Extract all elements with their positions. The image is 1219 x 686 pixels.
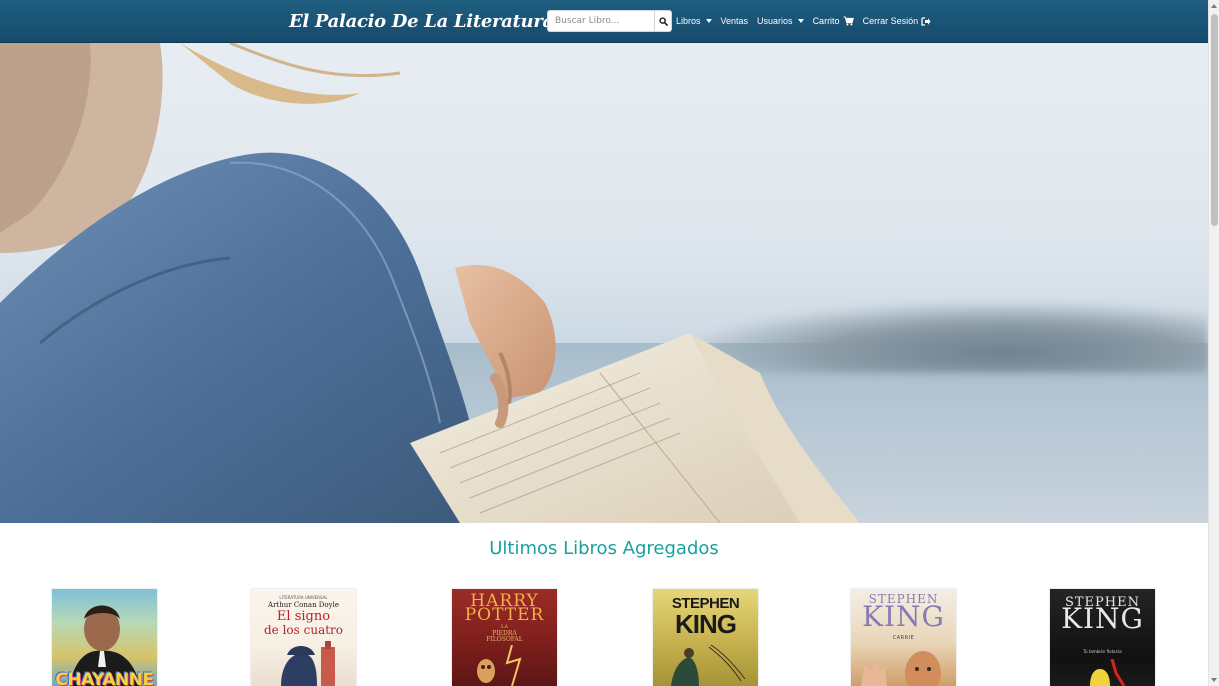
nav-logout-label: Cerrar Sesión (862, 16, 919, 26)
nav-libros-dropdown[interactable]: Libros (676, 16, 712, 26)
nav-ventas-label: Ventas (720, 16, 749, 26)
book-cover-title-line-1: El signo (276, 609, 331, 624)
nav-ventas-link[interactable]: Ventas (721, 16, 749, 26)
hero-reader-illustration (0, 43, 860, 523)
book-card[interactable]: STEPHEN KING (653, 589, 758, 686)
nav-usuarios-label: Usuarios (757, 16, 793, 26)
book-card[interactable]: LITERATURA UNIVERSAL Arthur Conan Doyle … (251, 589, 356, 686)
nav-carrito-label: Carrito (812, 16, 840, 26)
main-nav: Libros Ventas Usuarios Carrito Cerrar Se… (676, 16, 931, 26)
book-cover-image (851, 641, 956, 686)
scroll-up-arrow-icon[interactable] (1211, 4, 1217, 8)
book-cover-image (653, 641, 758, 686)
nav-usuarios-dropdown[interactable]: Usuarios (757, 16, 804, 26)
book-cover-image (1050, 658, 1155, 686)
page-scrollbar[interactable] (1208, 0, 1219, 686)
chevron-down-icon (797, 19, 804, 23)
cart-icon (843, 16, 854, 26)
book-card[interactable]: STEPHEN KING Tú también flotarás (1050, 589, 1155, 686)
book-cover-author: Arthur Conan Doyle (268, 601, 339, 609)
hero-banner (0, 43, 1208, 523)
book-cover-title-line-2: de los cuatro (263, 623, 344, 637)
scrollbar-thumb[interactable] (1211, 14, 1218, 226)
nav-carrito-link[interactable]: Carrito (813, 16, 854, 26)
book-cover-subtitle-line-3: FILOSOFAL (486, 636, 523, 643)
page: El Palacio De La Literatura Libros Venta… (0, 0, 1219, 686)
nav-logout-link[interactable]: Cerrar Sesión (863, 16, 932, 26)
book-cover-author-line-2: KING (675, 609, 737, 639)
sign-out-icon (921, 16, 931, 26)
search-icon (658, 16, 668, 26)
book-cover-author-line-2: KING (862, 600, 945, 633)
book-cover-series: LITERATURA UNIVERSAL (279, 595, 328, 600)
top-navbar: El Palacio De La Literatura Libros Venta… (0, 0, 1208, 43)
search-form (547, 10, 672, 32)
search-button[interactable] (654, 10, 672, 32)
nav-libros-label: Libros (676, 16, 701, 26)
book-cover-image (452, 644, 557, 686)
book-cover-author-line-2: KING (1061, 602, 1144, 635)
book-card[interactable]: CHAYANNE (52, 589, 157, 686)
book-card[interactable]: HARRY POTTER LA PIEDRA FILOSOFAL (452, 589, 557, 686)
brand-logo[interactable]: El Palacio De La Literatura (289, 11, 554, 32)
book-cover-text: CHAYANNE (55, 670, 154, 686)
book-cover-tagline: Tú también flotarás (1083, 649, 1122, 654)
book-cover-title-line-2: POTTER (464, 605, 545, 625)
search-input[interactable] (547, 10, 654, 32)
section-title: Ultimos Libros Agregados (489, 538, 719, 559)
book-card[interactable]: STEPHEN KING CARRIE (851, 589, 956, 686)
book-cover-image (251, 639, 356, 686)
scroll-down-arrow-icon[interactable] (1211, 678, 1217, 682)
chevron-down-icon (705, 19, 712, 23)
